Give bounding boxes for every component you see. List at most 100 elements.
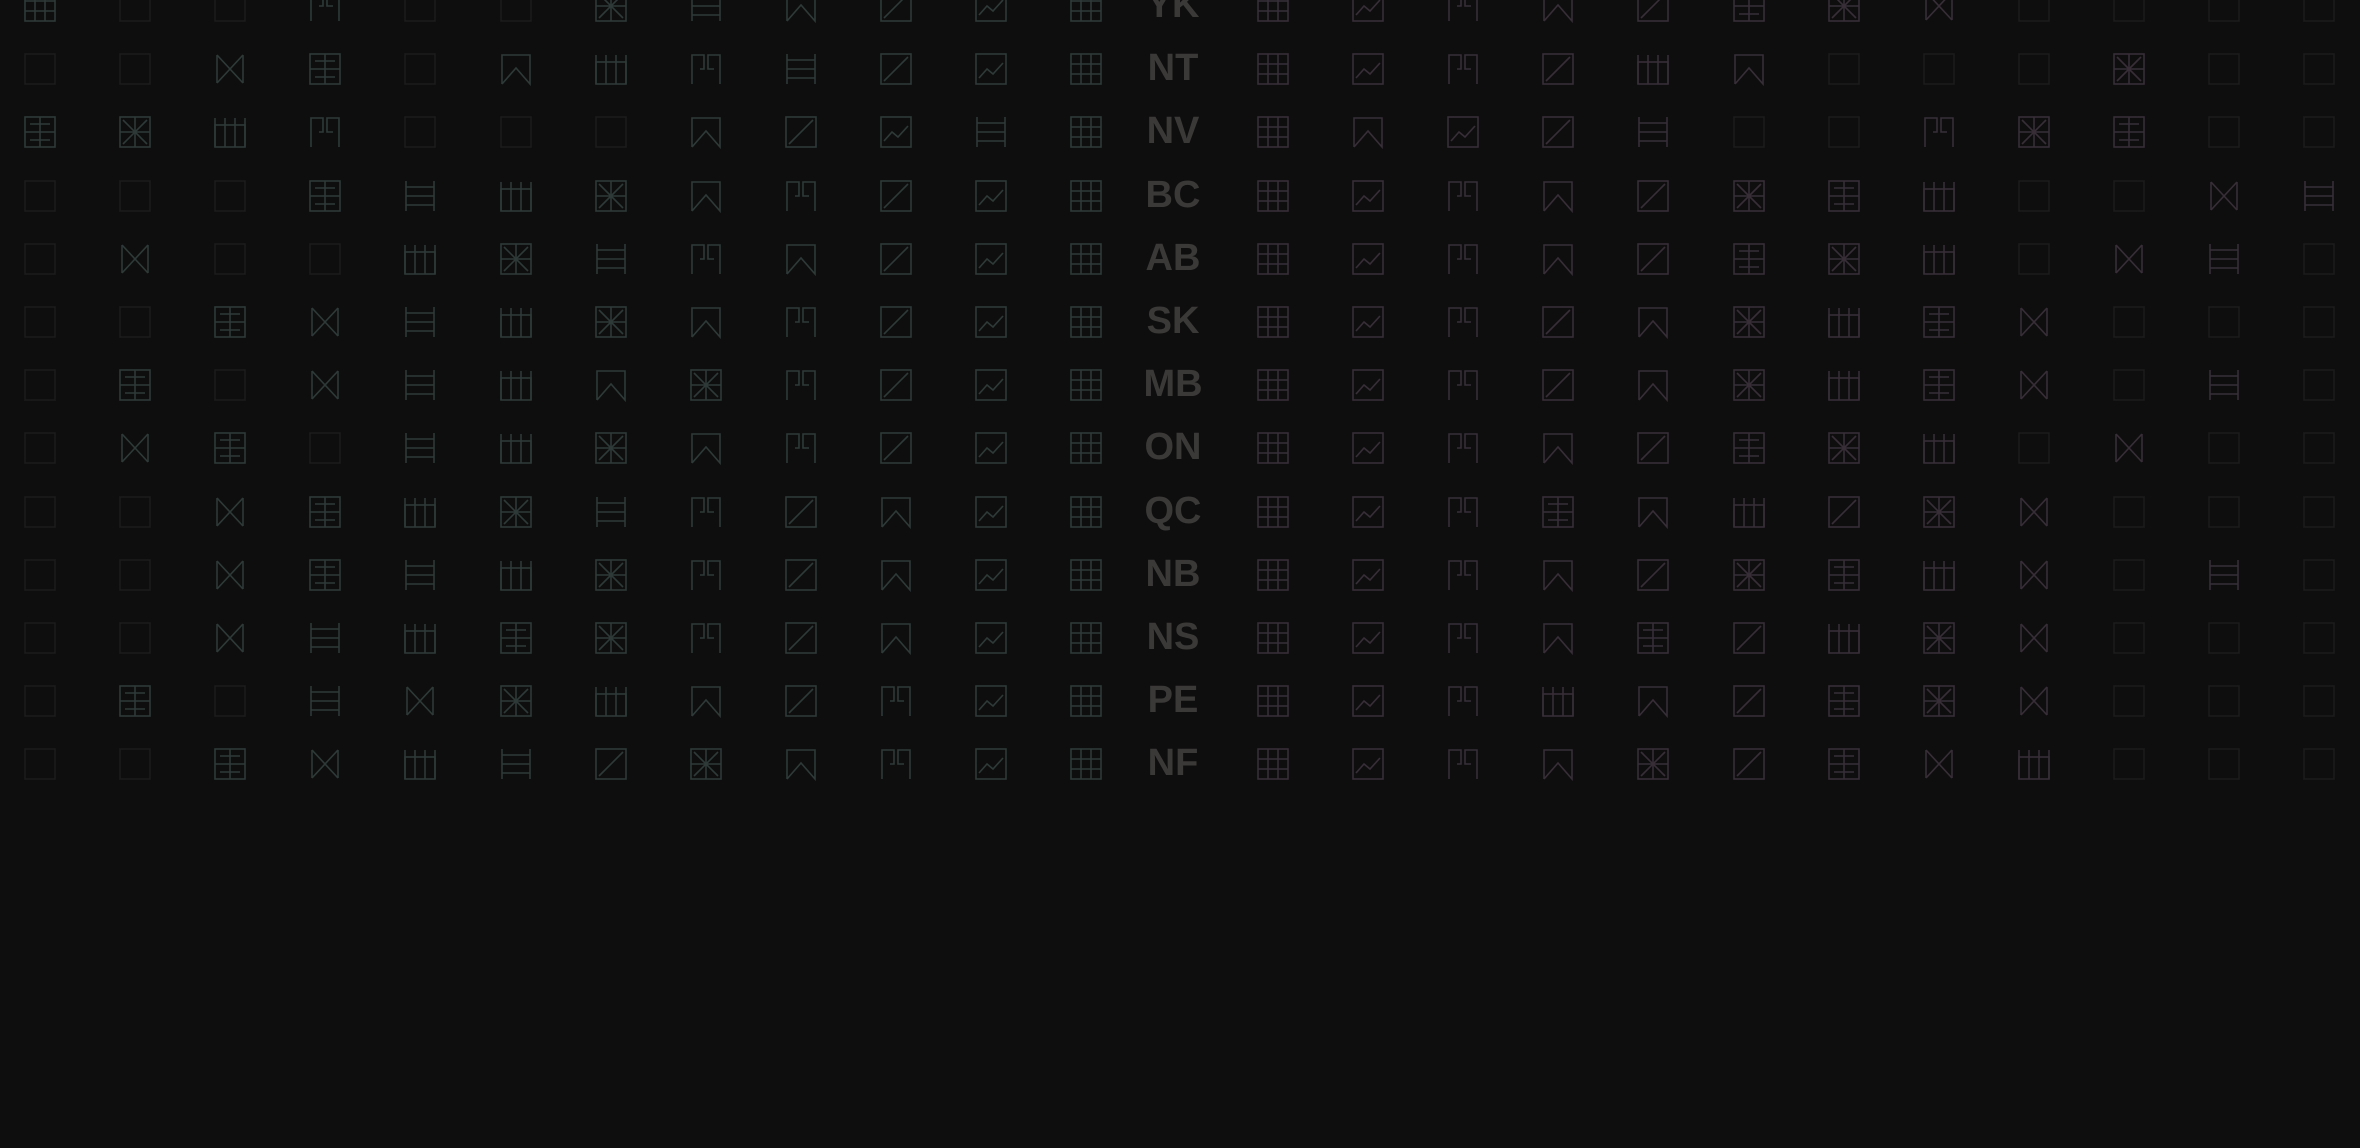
flag-icon (308, 0, 342, 23)
bookmark-icon (1636, 368, 1670, 403)
bookmark-icon (689, 684, 723, 719)
diagonal-icon (879, 242, 913, 276)
grid-icon (23, 0, 57, 23)
cross-box-icon (499, 684, 533, 718)
window-icon (1827, 747, 1861, 781)
cross-box-icon (594, 305, 628, 339)
empty-box-icon (2017, 431, 2051, 465)
columns-icon (594, 684, 628, 718)
window-icon (118, 368, 152, 402)
window-icon (1922, 305, 1956, 339)
cross-box-icon (594, 0, 628, 23)
empty-box-icon (2112, 684, 2146, 718)
bookmark-icon (1636, 305, 1670, 339)
flag-icon (784, 305, 818, 339)
window-icon (213, 305, 247, 339)
empty-box-icon (118, 179, 152, 213)
window-icon (1827, 684, 1861, 718)
grid-icon (1069, 558, 1103, 592)
flag-icon (1446, 684, 1480, 718)
window-icon (1732, 242, 1766, 276)
grid-icon (1069, 621, 1103, 655)
empty-box-icon (23, 179, 57, 213)
columns-icon (1922, 242, 1956, 276)
window-icon (118, 684, 152, 718)
columns-icon (1827, 368, 1861, 402)
bowtie-icon (2017, 684, 2051, 718)
cross-box-icon (1732, 179, 1766, 213)
empty-box-icon (2302, 115, 2336, 149)
empty-box-icon (2302, 368, 2336, 402)
chart-icon (974, 621, 1008, 655)
chart-icon (974, 305, 1008, 339)
province-label: NB (1145, 552, 1201, 595)
columns-icon (594, 52, 628, 86)
rows-icon (308, 684, 342, 718)
empty-box-icon (2017, 179, 2051, 213)
grid-icon (1256, 305, 1290, 339)
cross-box-icon (1827, 242, 1861, 276)
empty-box-icon (2017, 52, 2051, 86)
diagonal-icon (1541, 52, 1575, 86)
diagonal-icon (879, 368, 913, 402)
empty-box-icon (2207, 621, 2241, 655)
bowtie-icon (2017, 368, 2051, 402)
icon-pattern-grid: YK NT NV BC AB SK MB ON QC NB NS PE NF (0, 0, 2360, 1148)
window-icon (213, 747, 247, 781)
cross-box-icon (2017, 115, 2051, 149)
chart-icon (1351, 621, 1385, 655)
columns-icon (213, 115, 247, 149)
columns-icon (403, 495, 437, 529)
bowtie-icon (1922, 747, 1956, 781)
columns-icon (1922, 179, 1956, 213)
columns-icon (1922, 558, 1956, 592)
bookmark-icon (784, 0, 818, 23)
chart-icon (974, 368, 1008, 402)
window-icon (308, 495, 342, 529)
empty-box-icon (213, 684, 247, 718)
chart-icon (1351, 179, 1385, 213)
flag-icon (784, 179, 818, 213)
rows-icon (403, 305, 437, 339)
chart-icon (1351, 242, 1385, 276)
diagonal-icon (1827, 495, 1861, 529)
columns-icon (403, 621, 437, 655)
province-label: AB (1145, 236, 1201, 279)
columns-icon (499, 368, 533, 402)
rows-icon (2207, 242, 2241, 276)
bowtie-icon (308, 747, 342, 781)
chart-icon (974, 179, 1008, 213)
bowtie-icon (2017, 305, 2051, 339)
grid-icon (1256, 431, 1290, 465)
rows-icon (403, 431, 437, 465)
bowtie-icon (2112, 431, 2146, 465)
columns-icon (1732, 495, 1766, 529)
empty-box-icon (2302, 747, 2336, 781)
grid-icon (1069, 242, 1103, 276)
chart-icon (1351, 305, 1385, 339)
empty-box-icon (2017, 242, 2051, 276)
bookmark-icon (1541, 621, 1575, 655)
diagonal-icon (1732, 684, 1766, 718)
window-icon (213, 431, 247, 465)
flag-icon (689, 621, 723, 655)
window-icon (1732, 0, 1766, 23)
bowtie-icon (213, 495, 247, 529)
province-label: MB (1143, 363, 1203, 406)
columns-icon (499, 305, 533, 339)
window-icon (1541, 495, 1575, 529)
rows-icon (499, 747, 533, 781)
empty-box-icon (213, 179, 247, 213)
bookmark-icon (499, 52, 533, 87)
grid-icon (1069, 0, 1103, 23)
bookmark-icon (1541, 431, 1575, 466)
empty-box-icon (118, 621, 152, 655)
rows-icon (2302, 179, 2336, 213)
flag-icon (1446, 242, 1480, 276)
cross-box-icon (1732, 305, 1766, 339)
diagonal-icon (879, 0, 913, 23)
empty-box-icon (23, 621, 57, 655)
empty-box-icon (213, 242, 247, 276)
window-icon (1827, 179, 1861, 213)
bookmark-icon (1636, 684, 1670, 719)
